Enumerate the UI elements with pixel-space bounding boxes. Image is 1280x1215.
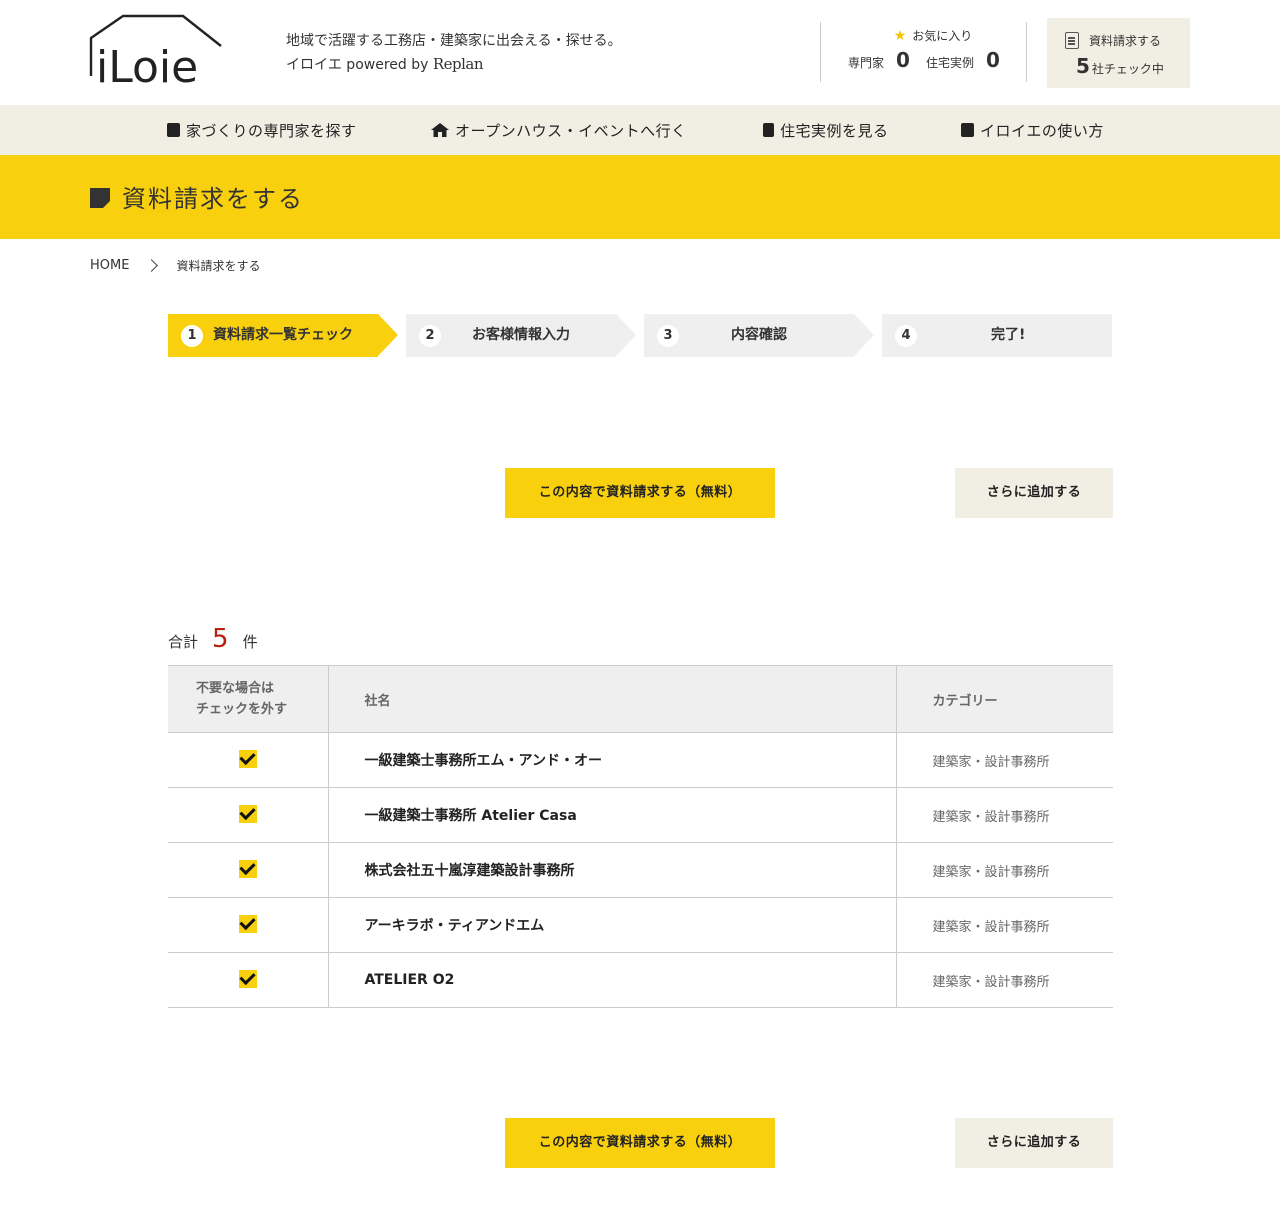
site-logo[interactable]: iLoie xyxy=(88,14,228,88)
breadcrumb-home[interactable]: HOME xyxy=(90,258,129,273)
tagline-line2: イロイエ powered by Replan xyxy=(286,55,484,73)
submit-request-button-bottom[interactable]: この内容で資料請求する（無料） xyxy=(505,1118,775,1168)
add-more-button[interactable]: さらに追加する xyxy=(955,468,1113,518)
cases-count: 0 xyxy=(985,48,1000,72)
table-header-row: 不要な場合は チェックを外す 社名 カテゴリー xyxy=(168,665,1113,733)
submit-request-button[interactable]: この内容で資料請求する（無料） xyxy=(505,468,775,518)
main-nav: 家づくりの専門家を探す オープンハウス・イベントへ行く 住宅実例を見る イロイエ… xyxy=(0,105,1280,155)
experts-count: 0 xyxy=(896,48,910,72)
chevron-right-icon xyxy=(145,259,159,272)
tagline-line1: 地域で活躍する工務店・建築家に出会える・探せる。 xyxy=(286,33,622,49)
row-checkbox[interactable] xyxy=(238,970,257,988)
star-icon: ★ xyxy=(893,28,907,44)
svg-text:iLoie: iLoie xyxy=(96,42,198,88)
request-table: 不要な場合は チェックを外す 社名 カテゴリー 一級建築士事務所エム・アンド・オー… xyxy=(168,665,1113,1008)
tagline: 地域で活躍する工務店・建築家に出会える・探せる。 イロイエ powered by… xyxy=(286,30,622,77)
company-category: 建築家・設計事務所 xyxy=(896,952,1113,1008)
company-name: 株式会社五十嵐淳建築設計事務所 xyxy=(328,842,897,898)
favorites-title: ★ お気に入り xyxy=(893,28,973,44)
company-name: ATELIER O2 xyxy=(328,952,897,1008)
company-category: 建築家・設計事務所 xyxy=(896,787,1113,843)
step-2: 2 お客様情報入力 xyxy=(406,314,636,357)
request-count: 5 xyxy=(1076,54,1090,78)
house-icon xyxy=(431,123,449,137)
person-card-icon xyxy=(167,123,180,137)
table-row: 株式会社五十嵐淳建築設計事務所 建築家・設計事務所 xyxy=(168,842,1113,898)
step-4: 4 完了! xyxy=(882,314,1112,357)
nav-item-howto[interactable]: イロイエの使い方 xyxy=(961,105,1104,155)
header-divider xyxy=(1026,22,1027,82)
table-row: ATELIER O2 建築家・設計事務所 xyxy=(168,952,1113,1008)
document-icon xyxy=(1065,32,1079,49)
nav-item-cases[interactable]: 住宅実例を見る xyxy=(763,105,889,155)
add-more-button-bottom[interactable]: さらに追加する xyxy=(955,1118,1113,1168)
company-name: 一級建築士事務所 Atelier Casa xyxy=(328,787,897,843)
row-checkbox[interactable] xyxy=(238,915,257,933)
nav-item-openhouse[interactable]: オープンハウス・イベントへ行く xyxy=(431,105,687,155)
table-row: アーキラボ・ティアンドエム 建築家・設計事務所 xyxy=(168,897,1113,953)
step-1: 1 資料請求一覧チェック xyxy=(168,314,398,357)
favorites-counts: 専門家 0 住宅実例 0 xyxy=(848,48,1000,72)
breadcrumb-current: 資料請求をする xyxy=(176,259,261,273)
page-title-band: 資料請求をする xyxy=(0,155,1280,239)
row-checkbox[interactable] xyxy=(238,750,257,768)
table-row: 一級建築士事務所 Atelier Casa 建築家・設計事務所 xyxy=(168,787,1113,843)
company-category: 建築家・設計事務所 xyxy=(896,897,1113,953)
breadcrumb: HOME 資料請求をする xyxy=(90,257,260,274)
site-header: iLoie 地域で活躍する工務店・建築家に出会える・探せる。 イロイエ powe… xyxy=(0,0,1280,105)
header-name: 社名 xyxy=(328,665,897,733)
replan-brand: Replan xyxy=(432,55,484,73)
company-name: アーキラボ・ティアンドエム xyxy=(328,897,897,953)
favorites-box[interactable]: ★ お気に入り 専門家 0 住宅実例 0 xyxy=(848,27,1018,72)
note-icon xyxy=(90,188,110,208)
table-row: 一級建築士事務所エム・アンド・オー 建築家・設計事務所 xyxy=(168,732,1113,788)
request-status-button[interactable]: 資料請求する 5 社チェック中 xyxy=(1047,18,1190,88)
header-check: 不要な場合は チェックを外す xyxy=(168,665,329,733)
company-category: 建築家・設計事務所 xyxy=(896,732,1113,788)
nav-item-experts[interactable]: 家づくりの専門家を探す xyxy=(167,105,357,155)
total-count: 合計 5 件 xyxy=(168,624,258,654)
header-category: カテゴリー xyxy=(896,665,1113,733)
row-checkbox[interactable] xyxy=(238,805,257,823)
row-checkbox[interactable] xyxy=(238,860,257,878)
company-category: 建築家・設計事務所 xyxy=(896,842,1113,898)
book-icon xyxy=(961,123,974,137)
document-icon xyxy=(763,123,774,137)
company-name: 一級建築士事務所エム・アンド・オー xyxy=(328,732,897,788)
header-divider xyxy=(820,22,821,82)
step-3: 3 内容確認 xyxy=(644,314,874,357)
page-title: 資料請求をする xyxy=(122,185,304,213)
